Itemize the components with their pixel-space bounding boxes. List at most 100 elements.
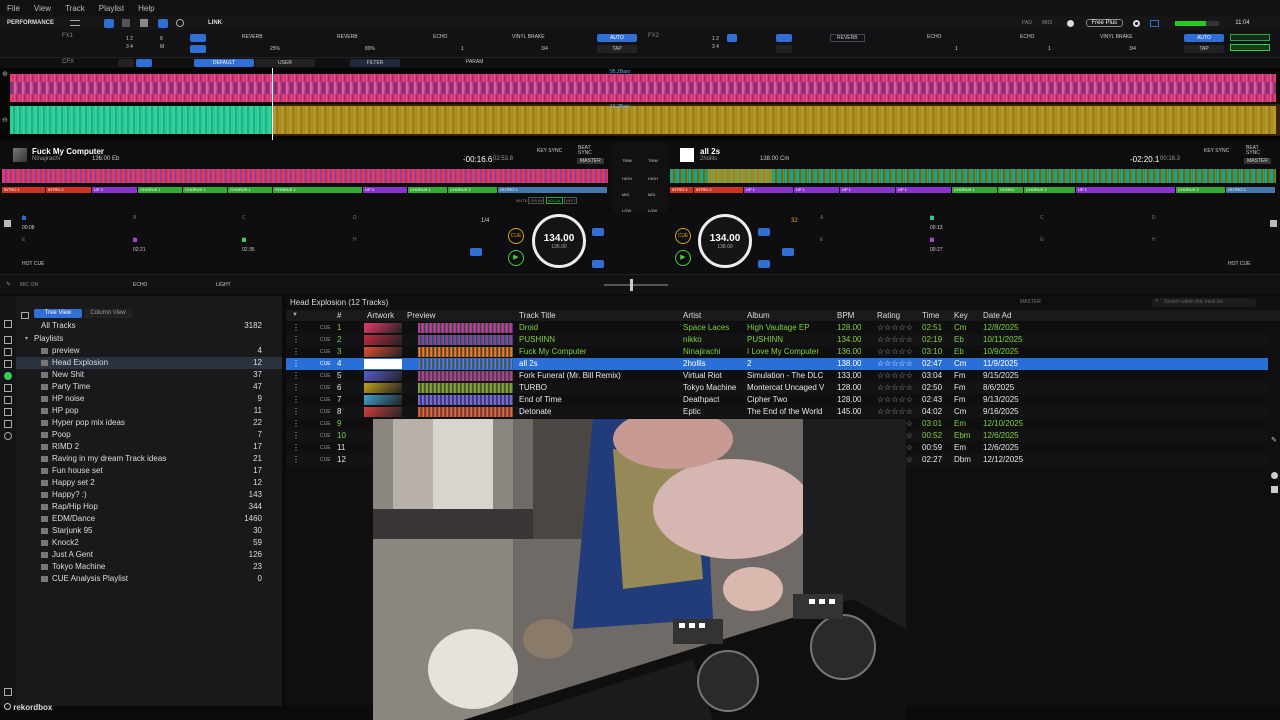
track-preview-waveform[interactable] (418, 407, 513, 417)
track-preview-waveform[interactable] (418, 359, 513, 369)
playlist-icon[interactable] (4, 336, 12, 344)
cfx-tab-default[interactable]: DEFAULT (194, 59, 254, 67)
fx2-effect-2[interactable]: ECHO (927, 34, 941, 40)
mode-selector[interactable]: PERFORMANCE (7, 20, 54, 26)
tree-playlist-item[interactable]: New Shit 37 (16, 369, 282, 381)
settings-gear-icon[interactable] (1133, 19, 1141, 27)
tag-drum[interactable]: DRUM (528, 197, 545, 204)
table-row[interactable]: ⋮ CUE 6 TURBO Tokyo Machine Montercat Uncaged… (286, 382, 1268, 394)
tree-playlist-item[interactable]: Head Explosion 12 (16, 357, 282, 369)
fx2-effect-3[interactable]: ECHO (1020, 34, 1034, 40)
deck1-overview-waveform[interactable] (2, 169, 608, 183)
deck2-hotcue-d[interactable]: D (1152, 215, 1156, 221)
info-icon[interactable] (1066, 19, 1074, 27)
help-icon[interactable] (4, 432, 12, 440)
list-panel-icon[interactable] (1271, 486, 1278, 493)
deck1-hotcue-label[interactable]: HOT CUE (22, 261, 44, 267)
fx1-auto-button[interactable]: AUTO (597, 34, 637, 42)
pad-label[interactable]: PAD (1022, 20, 1032, 26)
deck2-auto-beat-button[interactable] (782, 248, 794, 256)
load-icon[interactable]: ⋮ (292, 442, 300, 454)
col-track-title[interactable]: Track Title (519, 310, 556, 321)
load-icon[interactable]: ⋮ (292, 430, 300, 442)
tree-playlist-item[interactable]: Starjunk 95 30 (16, 525, 282, 537)
tab-column-view[interactable]: Column View (84, 309, 132, 318)
fx2-page-button[interactable] (727, 34, 737, 42)
track-preview-waveform[interactable] (418, 347, 513, 357)
track-preview-waveform[interactable] (418, 371, 513, 381)
fx1-effect-1[interactable]: REVERB (242, 34, 263, 40)
load-icon[interactable]: ⋮ (292, 358, 300, 370)
fx1-beat-button[interactable] (190, 45, 206, 53)
track-preview-waveform[interactable] (418, 383, 513, 393)
tag-inst[interactable]: INST (564, 197, 578, 204)
deck1-slip-button[interactable] (592, 228, 604, 236)
light-select[interactable]: LIGHT (216, 282, 231, 288)
fx1-tap-button[interactable]: TAP (597, 45, 637, 53)
enlarged-waveform[interactable]: 95.2Bars 16.2Bars ⊕ ⊖ (0, 68, 1280, 140)
record-icon[interactable] (176, 19, 185, 27)
layout-2deck-button[interactable] (104, 18, 115, 28)
crossfader-knob[interactable] (630, 279, 633, 291)
deck2-hotcue-label[interactable]: HOT CUE (1228, 261, 1250, 267)
fx2-auto-button[interactable]: AUTO (1184, 34, 1224, 42)
deck2-key-sync[interactable]: KEY SYNC (1204, 148, 1229, 154)
deck2-pad-grid-icon[interactable] (1270, 220, 1277, 227)
deck2-hotcue-a[interactable]: A (820, 215, 823, 221)
layout-icon[interactable] (70, 20, 81, 26)
tree-playlists-folder[interactable]: ▾ Playlists (16, 333, 282, 345)
deck2-hotcue-c[interactable]: C (1040, 215, 1044, 221)
tree-playlist-item[interactable]: HP pop 11 (16, 405, 282, 417)
table-row[interactable]: ⋮ CUE 3 Fuck My Computer Ninajirachi I Love M… (286, 346, 1268, 358)
fx2-effect-1[interactable]: REVERB (830, 34, 865, 42)
monitor-icon[interactable] (1150, 19, 1160, 27)
fx2-assign-button-2[interactable] (1230, 44, 1270, 51)
load-icon[interactable]: ⋮ (292, 346, 300, 358)
col-artwork[interactable]: Artwork (367, 310, 394, 321)
tree-playlist-item[interactable]: Hyper pop mix ideas 22 (16, 417, 282, 429)
col-date-added[interactable]: Date Ad (983, 310, 1011, 321)
fx1-effect-4[interactable]: VINYL BRAKE (512, 34, 545, 40)
tree-all-tracks[interactable]: All Tracks 3182 (16, 320, 282, 332)
col-key[interactable]: Key (954, 310, 968, 321)
col-album[interactable]: Album (747, 310, 770, 321)
search-field[interactable]: ⌕ Search within this track list (1152, 298, 1256, 307)
deck1-hotcue-d[interactable]: D (353, 215, 357, 221)
info-panel-icon[interactable] (1271, 472, 1278, 479)
deck1-master-button[interactable]: MASTER (577, 158, 604, 164)
table-row[interactable]: ⋮ CUE 8 Detonate Eptic The End of the World 14… (286, 406, 1268, 418)
tree-playlist-item[interactable]: preview 4 (16, 345, 282, 357)
fx2-tap-button[interactable]: TAP (1184, 45, 1224, 53)
menu-help[interactable]: Help (138, 4, 154, 13)
mic-on-label[interactable]: MIC ON (20, 282, 38, 288)
tree-playlist-item[interactable]: Rap/Hip Hop 344 (16, 501, 282, 513)
tree-playlist-item[interactable]: Party Time 47 (16, 381, 282, 393)
plan-button[interactable]: Free Plus (1085, 19, 1124, 27)
deck2-hotcue-g[interactable]: G (1040, 237, 1044, 243)
cfx-menu-button[interactable] (118, 59, 134, 67)
deck2-slip-button[interactable] (758, 228, 770, 236)
deck1-hotcue-b[interactable]: B (133, 215, 136, 221)
col-number[interactable]: # (337, 310, 341, 321)
menu-file[interactable]: File (7, 4, 20, 13)
load-icon[interactable]: ⋮ (292, 454, 300, 466)
mic-icon[interactable]: ✎ (6, 281, 11, 288)
deck2-hotcue-e[interactable]: E (820, 237, 823, 243)
tree-playlist-item[interactable]: Knock2 59 (16, 537, 282, 549)
deck2-jog-wheel[interactable]: 134.00 138.00 (698, 214, 752, 268)
layout-4deck-icon[interactable] (122, 19, 131, 27)
midi-label[interactable]: MIDI (1042, 20, 1053, 26)
tree-playlist-item[interactable]: Fun house set 17 (16, 465, 282, 477)
tag-vocal[interactable]: VOCAL (545, 197, 564, 204)
load-icon[interactable]: ⋮ (292, 382, 300, 394)
tree-playlist-item[interactable]: EDM/Dance 1460 (16, 513, 282, 525)
fx2-effect-4[interactable]: VINYL BRAKE (1100, 34, 1133, 40)
tree-playlist-item[interactable]: Tokyo Machine 23 (16, 561, 282, 573)
deck1-pad-grid-icon[interactable] (4, 220, 11, 227)
deck2-play-button[interactable]: ▶ (675, 250, 691, 266)
explorer-icon[interactable] (4, 348, 12, 356)
load-icon[interactable]: ⋮ (292, 406, 300, 418)
deck1-hotcue-e[interactable]: E (22, 237, 25, 243)
menu-view[interactable]: View (34, 4, 51, 13)
collection-icon[interactable] (4, 320, 12, 328)
